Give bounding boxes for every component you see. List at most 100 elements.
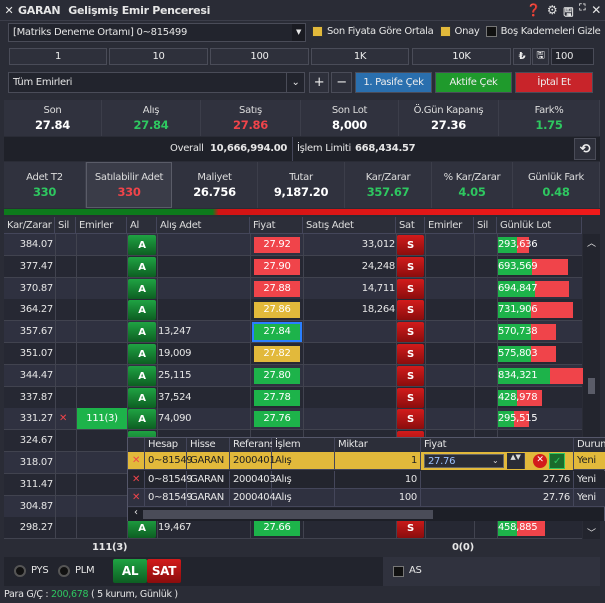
cancel-orders-button[interactable]: İptal Et [515, 72, 593, 93]
close-window-icon[interactable]: ✕ [591, 3, 601, 24]
cancel-edit-icon[interactable]: ✕ [533, 454, 547, 468]
position-5: % Kar/Zarar 4.05 [432, 162, 513, 208]
popup-header-5[interactable]: Fiyat [421, 438, 574, 452]
active-button[interactable]: Aktife Çek [435, 72, 512, 93]
sell-button[interactable]: S [397, 409, 424, 430]
scroll-thumb[interactable] [143, 510, 433, 519]
cancel-order-icon[interactable]: ✕ [128, 452, 145, 470]
refresh-button[interactable]: ⟲ [574, 138, 596, 160]
sell-button[interactable]: S [397, 300, 424, 321]
header-sil[interactable]: Sil [474, 217, 497, 234]
popup-order-row[interactable]: ✕ 0~81549 GARAN 2000401 Alış 1 27.76 ⌄ ▲▼ ✕ ✓ Yeni [128, 452, 605, 470]
popup-quantity: 1 [335, 452, 421, 470]
price-cell[interactable]: 27.92 [254, 237, 300, 253]
save-qty-icon[interactable]: 🖫 [532, 48, 549, 65]
chevron-down-icon[interactable]: ⌄ [489, 454, 499, 468]
lira-icon[interactable]: ₺ [513, 48, 531, 65]
account-select[interactable]: [Matriks Deneme Ortamı] 0~815499 ▼ [8, 23, 306, 42]
buy-button[interactable]: A [128, 322, 156, 343]
scroll-up-icon[interactable]: ︿ [587, 236, 596, 249]
qty-1-button[interactable]: 1 [9, 48, 107, 65]
help-icon[interactable]: ❓ [526, 3, 541, 24]
popup-price: 27.76 [421, 489, 574, 507]
pys-radio[interactable] [14, 565, 26, 577]
price-cell[interactable]: 27.80 [254, 367, 300, 384]
popup-order-row[interactable]: ✕ 0~81549 GARAN 2000403 Alış 10 27.76 Yeni [128, 470, 605, 489]
sell-button[interactable]: S [397, 344, 424, 364]
buy-button[interactable]: A [128, 300, 156, 321]
scroll-thumb[interactable] [588, 378, 595, 394]
qty-input[interactable]: 100 [551, 48, 594, 65]
delete-order-icon[interactable]: ✕ [59, 408, 67, 429]
header-fiyat[interactable]: Fiyat [250, 217, 303, 234]
price-cell[interactable]: 27.90 [254, 258, 300, 275]
scroll-left-icon[interactable]: ‹ [134, 507, 138, 518]
popup-header-3[interactable]: İşlem [272, 438, 335, 452]
sell-button[interactable]: S [397, 278, 424, 299]
buy-orders-cell[interactable]: 111(3) [77, 408, 127, 430]
save-icon[interactable]: 🖫 [563, 3, 573, 24]
popup-horizontal-scrollbar[interactable]: ‹ [128, 507, 604, 521]
header-sat[interactable]: Sat [396, 217, 425, 234]
gear-icon[interactable]: ⚙ [547, 3, 558, 24]
price-cell[interactable]: 27.76 [254, 411, 300, 428]
buy-button[interactable]: A [128, 387, 156, 408]
center-checkbox[interactable] [312, 26, 323, 37]
qty-10-button[interactable]: 10 [109, 48, 208, 65]
header-sil[interactable]: Sil [55, 217, 76, 234]
header-aladet[interactable]: Alış Adet [157, 217, 250, 234]
sell-button[interactable]: S [397, 322, 424, 343]
buy-button[interactable]: A [128, 365, 156, 386]
buy-button[interactable]: AL [113, 559, 147, 583]
position-1[interactable]: Satılabilir Adet 330 [86, 162, 172, 208]
confirm-edit-icon[interactable]: ✓ [549, 453, 565, 469]
resize-icon[interactable]: ⛶ [579, 3, 585, 24]
price-stepper[interactable]: ▲▼ [507, 453, 525, 469]
buy-button[interactable]: A [128, 235, 156, 255]
sell-button[interactable]: S [397, 365, 424, 386]
plm-radio[interactable] [58, 565, 70, 577]
confirm-checkbox[interactable] [439, 26, 451, 37]
plus-button[interactable]: + [309, 72, 329, 93]
cancel-order-icon[interactable]: ✕ [128, 489, 145, 507]
buy-button[interactable]: A [128, 518, 156, 539]
price-cell[interactable]: 27.66 [254, 520, 300, 537]
header-satadet[interactable]: Satış Adet [303, 217, 396, 234]
scroll-down-icon[interactable]: ﹀ [587, 526, 596, 539]
header-karzarar[interactable]: Kar/Zarar [4, 217, 55, 234]
qty-100-button[interactable]: 100 [210, 48, 309, 65]
sell-button[interactable]: S [397, 235, 424, 255]
popup-header-4[interactable]: Miktar [335, 438, 421, 452]
buy-button[interactable]: A [128, 344, 156, 364]
buy-button[interactable]: A [128, 409, 156, 430]
qty-10k-button[interactable]: 10K [412, 48, 511, 65]
as-checkbox[interactable] [393, 566, 404, 577]
sell-button[interactable]: S [397, 518, 424, 539]
buy-button[interactable]: A [128, 278, 156, 299]
buy-button[interactable]: A [128, 256, 156, 277]
price-cell[interactable]: 27.86 [254, 302, 300, 319]
hide-empty-checkbox[interactable] [485, 26, 497, 37]
header-gnlklot[interactable]: Günlük Lot [497, 217, 582, 234]
cancel-order-icon[interactable]: ✕ [128, 470, 145, 489]
passive-button[interactable]: 1. Pasife Çek [355, 72, 432, 93]
sell-button[interactable]: S [397, 256, 424, 277]
price-cell[interactable]: 27.78 [254, 389, 300, 406]
close-icon[interactable]: ✕ [0, 4, 18, 17]
sell-button[interactable]: SAT [147, 559, 181, 583]
popup-header-0[interactable]: Hesap [145, 438, 187, 452]
sell-button[interactable]: S [397, 387, 424, 408]
popup-header-2[interactable]: Referans [230, 438, 275, 452]
header-al[interactable]: Al [127, 217, 157, 234]
popup-header-6[interactable]: Durum [574, 438, 605, 452]
price-cell[interactable]: 27.82 [254, 346, 300, 362]
price-cell[interactable]: 27.84 [252, 322, 302, 343]
orders-filter-select[interactable]: Tüm Emirleri ⌄ [8, 72, 305, 93]
popup-order-row[interactable]: ✕ 0~81549 GARAN 2000404 Alış 100 27.76 Yeni [128, 489, 605, 507]
minus-button[interactable]: − [331, 72, 352, 93]
header-emirler[interactable]: Emirler [425, 217, 474, 234]
header-emirler[interactable]: Emirler [76, 217, 127, 234]
price-cell[interactable]: 27.88 [254, 280, 300, 297]
qty-1k-button[interactable]: 1K [311, 48, 409, 65]
popup-header-1[interactable]: Hisse [187, 438, 230, 452]
